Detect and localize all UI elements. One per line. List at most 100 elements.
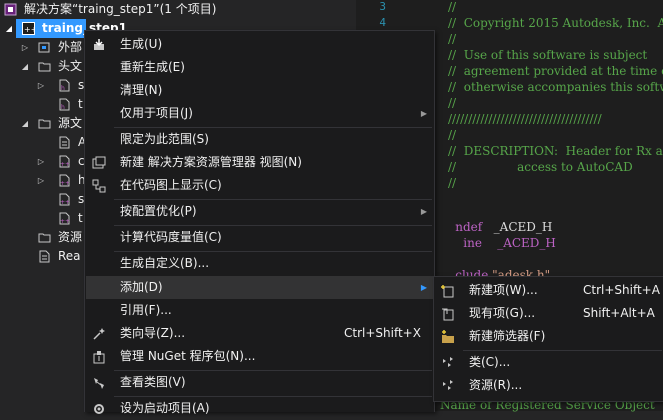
svg-text:++: ++	[60, 180, 70, 187]
menu-item-label: 新建 解决方案资源管理器 视图(N)	[120, 155, 302, 169]
menu-item-label: 类向导(Z)...	[120, 326, 186, 340]
submenu-item-label: 新建筛选器(F)	[469, 329, 546, 343]
menu-item-build[interactable]: 生成(U)	[86, 33, 433, 56]
menu-item-label: 按配置优化(P)	[120, 204, 197, 218]
code-map-icon	[92, 179, 106, 193]
submenu-arrow-icon: ▶	[420, 283, 427, 292]
code-line: //	[448, 128, 457, 142]
submenu-item-label: 资源(R)...	[469, 378, 523, 392]
menu-item-shortcut: Ctrl+Shift+X	[344, 326, 421, 340]
menu-item-label: 设为启动项目(A)	[120, 401, 210, 415]
line-number: 3	[379, 0, 386, 13]
menu-item-show-on-code-map[interactable]: 在代码图上显示(C)	[86, 174, 433, 197]
menu-item-label: 仅用于项目(J)	[120, 106, 193, 120]
new-view-icon	[92, 156, 106, 170]
solution-icon	[4, 3, 17, 16]
code-line: // access to AutoCAD	[448, 160, 633, 174]
submenu-item-label: 新建项(W)...	[469, 283, 538, 297]
cpp-file-icon: ++	[58, 212, 71, 225]
cpp-file-icon: ++	[58, 155, 71, 168]
menu-item-scope-to-this[interactable]: 限定为此范围(S)	[86, 128, 433, 151]
menu-item-project-only[interactable]: 仅用于项目(J) ▶	[86, 102, 433, 125]
menu-item-manage-nuget[interactable]: 管理 NuGet 程序包(N)...	[86, 345, 433, 368]
menu-item-rebuild[interactable]: 重新生成(E)	[86, 56, 433, 79]
menu-item-build-customizations[interactable]: 生成自定义(B)...	[86, 252, 433, 275]
class-wizard-icon	[92, 327, 106, 341]
submenu-item-new-item[interactable]: 新建项(W)... Ctrl+Shift+A	[435, 279, 663, 302]
project-node[interactable]: ◢ ++ traing_step1	[6, 19, 127, 38]
expand-arrow-icon[interactable]: ▷	[36, 171, 46, 190]
menu-item-clean[interactable]: 清理(N)	[86, 79, 433, 102]
menu-item-label: 引用(F)...	[120, 303, 172, 317]
menu-item-code-metrics[interactable]: 计算代码度量值(C)	[86, 226, 433, 249]
nuget-icon	[92, 350, 106, 364]
submenu-item-label: 类(C)...	[469, 355, 511, 369]
tree-node-label: t	[78, 97, 83, 111]
expand-arrow-icon[interactable]: ▷	[20, 38, 30, 57]
filter-folder-icon	[38, 231, 51, 244]
menu-item-new-explorer-view[interactable]: 新建 解决方案资源管理器 视图(N)	[86, 151, 433, 174]
context-menu: 生成(U) 重新生成(E) 清理(N) 仅用于项目(J) ▶ 限定为此范围(S)…	[84, 30, 435, 415]
tree-node-label: 源文	[58, 116, 83, 130]
menu-item-label: 添加(D)	[120, 280, 163, 294]
submenu-item-new-filter[interactable]: 新建筛选器(F)	[435, 325, 663, 348]
submenu-item-existing-item[interactable]: 现有项(G)... Shift+Alt+A	[435, 302, 663, 325]
menu-item-label: 重新生成(E)	[120, 60, 185, 74]
collapse-arrow-icon[interactable]: ◢	[20, 114, 30, 133]
expand-arrow-icon[interactable]: ▷	[36, 152, 46, 171]
menu-item-label: 在代码图上显示(C)	[120, 178, 222, 192]
header-file-icon: h	[58, 79, 71, 92]
submenu-item-class[interactable]: 类(C)...	[435, 351, 663, 374]
svg-text:++: ++	[60, 218, 70, 225]
menu-item-view-class-diagram[interactable]: 查看类图(V)	[86, 371, 433, 394]
cpp-project-icon: ++	[22, 22, 35, 35]
menu-item-set-startup[interactable]: 设为启动项目(A)	[86, 397, 433, 420]
filter-folder-icon	[38, 60, 51, 73]
menu-item-add[interactable]: 添加(D) ▶	[86, 276, 433, 299]
gear-icon	[92, 402, 106, 416]
menu-item-label: 限定为此范围(S)	[120, 132, 209, 146]
resource-icon	[441, 379, 455, 393]
new-filter-icon	[441, 330, 455, 344]
submenu-item-label: 现有项(G)...	[469, 306, 536, 320]
svg-text:++: ++	[24, 25, 35, 34]
build-icon	[92, 38, 106, 52]
filter-folder-icon	[38, 117, 51, 130]
existing-item-icon	[441, 307, 455, 321]
svg-text:h: h	[61, 104, 65, 111]
new-item-icon	[441, 284, 455, 298]
class-icon	[441, 356, 455, 370]
solution-label: 解决方案“traing_step1”(1 个项目)	[24, 2, 217, 16]
submenu-item-shortcut: Ctrl+Shift+A	[583, 283, 660, 297]
menu-item-class-wizard[interactable]: 类向导(Z)... Ctrl+Shift+X	[86, 322, 433, 345]
submenu-item-shortcut: Shift+Alt+A	[583, 306, 655, 320]
tree-node-label: t	[78, 211, 83, 225]
external-deps-icon	[38, 41, 51, 54]
code-line: //////////////////////////////////////	[448, 112, 602, 126]
collapse-arrow-icon[interactable]: ◢	[20, 57, 30, 76]
text-file-icon	[38, 250, 51, 263]
code-line: //	[448, 0, 457, 14]
cpp-file-icon: ++	[58, 193, 71, 206]
menu-item-label: 查看类图(V)	[120, 375, 186, 389]
define-macro: _ACED_H	[497, 236, 556, 250]
menu-item-label: 计算代码度量值(C)	[120, 230, 222, 244]
cpp-file-icon: ++	[58, 174, 71, 187]
submenu-item-resource[interactable]: 资源(R)...	[435, 374, 663, 397]
code-line: //	[448, 176, 457, 190]
menu-item-label: 管理 NuGet 程序包(N)...	[120, 349, 256, 363]
menu-item-references[interactable]: 引用(F)...	[86, 299, 433, 322]
expand-arrow-icon[interactable]: ▷	[36, 76, 46, 95]
header-file-icon: h	[58, 98, 71, 111]
code-line: // Copyright 2015 Autodesk, Inc. A	[448, 16, 663, 30]
code-line: // DESCRIPTION: Header for Rx appl	[448, 144, 663, 158]
submenu-arrow-icon: ▶	[420, 207, 427, 216]
collapse-arrow-icon[interactable]: ◢	[4, 19, 14, 38]
menu-item-pgo[interactable]: 按配置优化(P) ▶	[86, 200, 433, 223]
add-submenu: 新建项(W)... Ctrl+Shift+A 现有项(G)... Shift+A…	[433, 276, 663, 402]
text-file-icon	[58, 136, 71, 149]
code-line: //	[448, 32, 457, 46]
tree-node-label: 外部	[58, 40, 83, 54]
menu-item-label: 生成自定义(B)...	[120, 256, 210, 270]
menu-item-label: 清理(N)	[120, 83, 163, 97]
